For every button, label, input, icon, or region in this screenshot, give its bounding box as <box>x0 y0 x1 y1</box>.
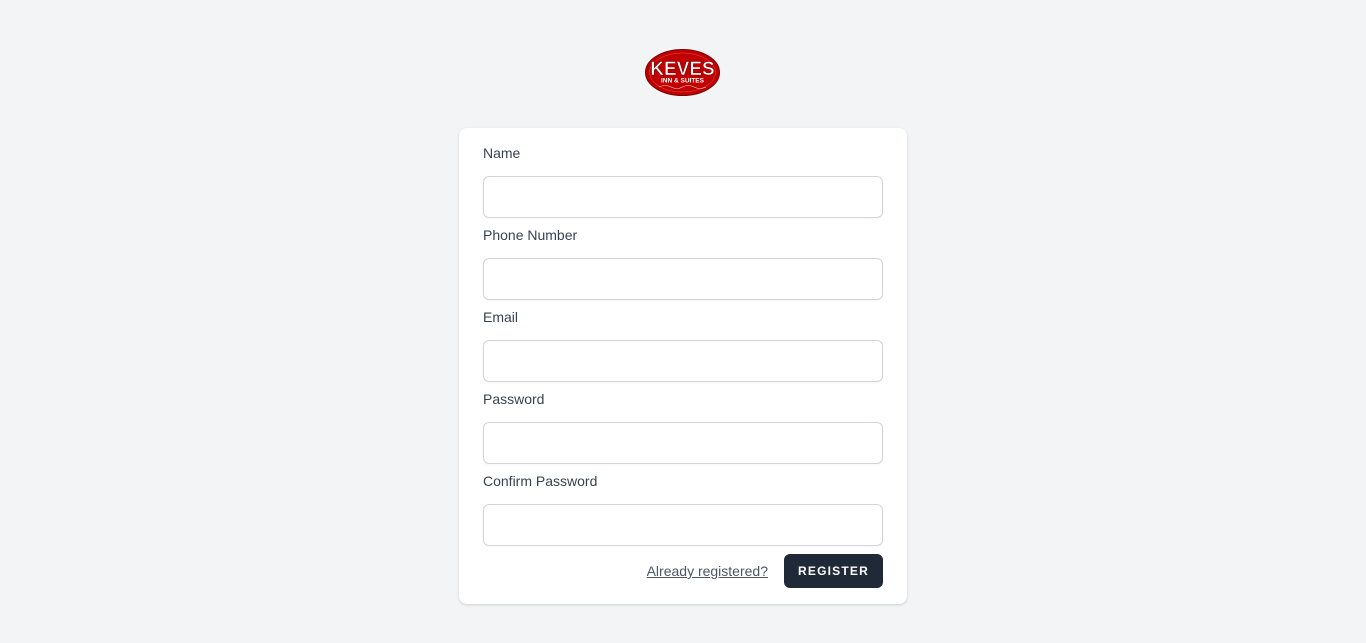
already-registered-link[interactable]: Already registered? <box>647 562 768 580</box>
name-input[interactable] <box>483 176 883 218</box>
register-page: KEVES INN & SUITES Name Phone Number Ema… <box>0 0 1366 643</box>
form-actions: Already registered? Register <box>483 554 883 588</box>
name-field: Name <box>483 144 883 218</box>
keves-logo-emblem: KEVES INN & SUITES <box>645 49 720 96</box>
name-label: Name <box>483 145 521 161</box>
phone-label: Phone Number <box>483 227 578 243</box>
email-input[interactable] <box>483 340 883 382</box>
keves-logo[interactable]: KEVES INN & SUITES <box>645 49 720 96</box>
email-field: Email <box>483 308 883 382</box>
register-card: Name Phone Number Email Password Confirm… <box>459 128 907 604</box>
confirm-password-label: Confirm Password <box>483 473 598 489</box>
password-input[interactable] <box>483 422 883 464</box>
phone-input[interactable] <box>483 258 883 300</box>
phone-field: Phone Number <box>483 226 883 300</box>
email-label: Email <box>483 309 519 325</box>
confirm-password-input[interactable] <box>483 504 883 546</box>
confirm-password-field: Confirm Password <box>483 472 883 546</box>
password-field: Password <box>483 390 883 464</box>
logo-tagline: INN & SUITES <box>661 78 705 85</box>
password-label: Password <box>483 391 545 407</box>
register-button[interactable]: Register <box>784 554 883 588</box>
